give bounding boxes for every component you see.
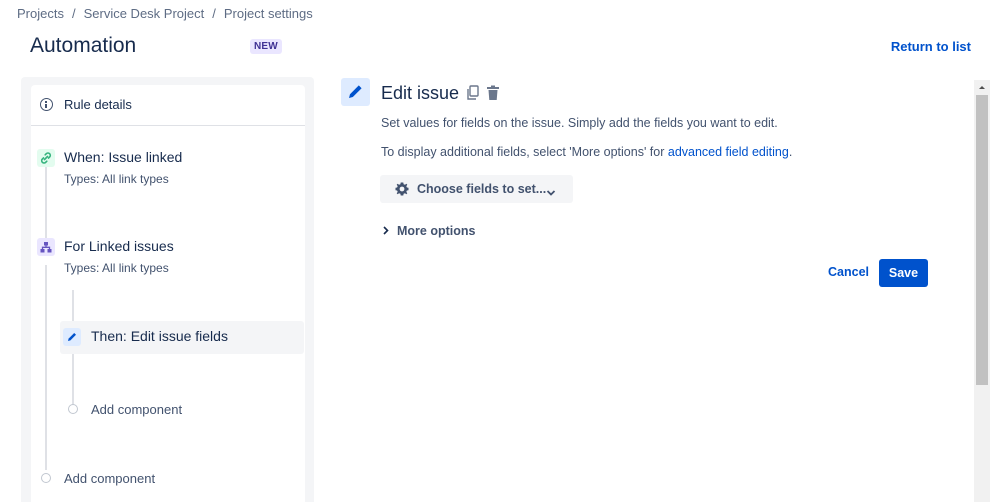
hint-suffix: . [788,145,793,159]
choose-fields-button[interactable]: Choose fields to set... [380,175,573,203]
return-to-list-link[interactable]: Return to list [891,39,971,54]
more-options-toggle[interactable]: More options [383,224,475,238]
add-component-dot [68,404,78,414]
breadcrumb-project-settings[interactable]: Project settings [224,6,313,21]
breadcrumb: Projects / Service Desk Project / Projec… [17,6,313,21]
page-title: Automation [30,34,137,57]
add-component-dot [41,473,51,483]
pencil-icon [349,85,362,98]
branch-icon [40,242,52,253]
save-button[interactable]: Save [879,259,928,287]
branch-title: For Linked issues [64,238,174,254]
breadcrumb-separator: / [71,6,76,21]
chevron-right-icon [383,226,389,238]
connector-line [45,265,47,470]
action-title: Then: Edit issue fields [91,328,228,344]
scrollbar-thumb[interactable] [976,95,988,385]
action-component[interactable]: Then: Edit issue fields [60,321,304,354]
breadcrumb-separator: / [212,6,216,21]
trigger-icon-box [37,149,55,167]
rule-components-list: Rule details When: Issue linked Types: A… [31,85,305,502]
gear-icon [394,181,410,202]
info-icon [40,98,53,111]
edit-issue-icon-box [341,78,370,106]
trash-icon[interactable] [486,85,500,106]
copy-icon[interactable] [466,85,480,106]
rule-details-item[interactable]: Rule details [31,85,305,126]
scroll-up-arrow-icon[interactable] [974,80,990,94]
cancel-button[interactable]: Cancel [820,259,877,285]
trigger-subtitle: Types: All link types [64,172,169,186]
add-component-inner-button[interactable]: Add component [91,402,182,417]
action-icon-box [63,328,81,346]
branch-subtitle: Types: All link types [64,261,169,275]
breadcrumb-projects[interactable]: Projects [17,6,64,21]
advanced-field-editing-link[interactable]: advanced field editing [668,145,789,159]
editor-description: Set values for fields on the issue. Simp… [381,116,778,130]
choose-fields-label: Choose fields to set... [417,182,547,196]
breadcrumb-service-desk-project[interactable]: Service Desk Project [84,6,205,21]
new-badge: NEW [250,39,282,54]
rule-details-label: Rule details [64,97,132,112]
more-options-label: More options [397,224,476,238]
add-component-outer-button[interactable]: Add component [64,471,155,486]
branch-component[interactable]: For Linked issues Types: All link types [64,238,174,275]
pencil-icon [68,333,76,341]
editor-title: Edit issue [381,83,460,103]
connector-line [45,155,47,239]
hint-prefix: To display additional fields, select 'Mo… [381,145,668,159]
advanced-editing-hint: To display additional fields, select 'Mo… [381,145,792,159]
rule-components-panel: Rule details When: Issue linked Types: A… [21,77,314,502]
trigger-title: When: Issue linked [64,149,183,165]
chevron-down-icon [546,184,556,202]
trigger-component[interactable]: When: Issue linked Types: All link types [64,149,182,186]
branch-icon-box [37,238,55,256]
link-icon [40,152,52,164]
scrollbar[interactable] [974,80,990,502]
